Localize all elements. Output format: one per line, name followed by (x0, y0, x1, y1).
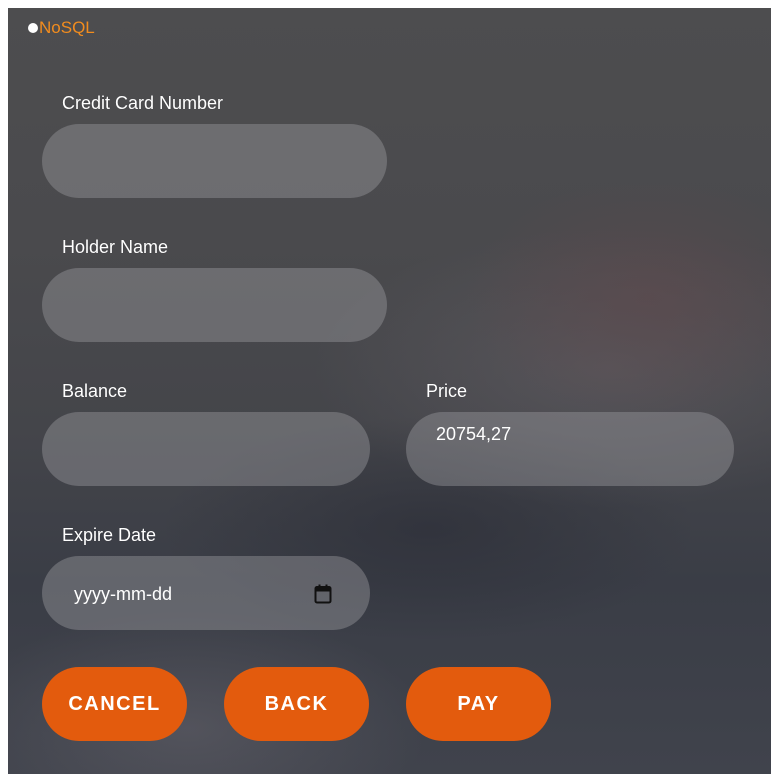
brand-name: NoSQL (39, 18, 95, 37)
payment-panel: NoSQL Credit Card Number Holder Name Bal… (8, 8, 771, 774)
holder-name-label: Holder Name (62, 237, 169, 257)
card-number-input[interactable] (42, 124, 387, 198)
pay-button[interactable]: PAY (406, 667, 551, 741)
balance-input[interactable] (42, 412, 370, 486)
cancel-button[interactable]: CANCEL (42, 667, 187, 741)
back-button[interactable]: BACK (224, 667, 369, 741)
expire-date-input[interactable]: yyyy-mm-dd (42, 556, 370, 630)
status-dot-icon (28, 23, 38, 33)
holder-name-input[interactable] (42, 268, 387, 342)
expire-date-label: Expire Date (62, 525, 157, 545)
price-field[interactable]: 20754,27 (406, 412, 734, 486)
price-value: 20754,27 (436, 424, 512, 444)
brand: NoSQL (28, 18, 95, 38)
card-number-label: Credit Card Number (62, 93, 224, 113)
expire-date-placeholder: yyyy-mm-dd (74, 584, 172, 604)
calendar-icon[interactable] (314, 584, 332, 604)
balance-label: Balance (62, 381, 128, 401)
price-label: Price (426, 381, 468, 401)
